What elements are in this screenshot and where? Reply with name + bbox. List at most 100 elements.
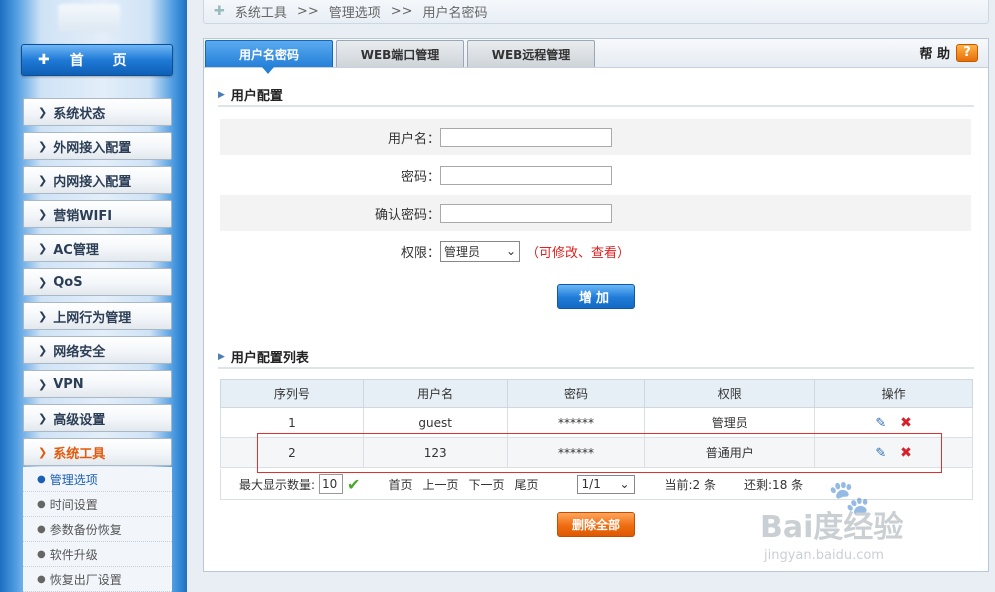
- cell-index: 1: [220, 407, 364, 438]
- sidebar-item-advanced-settings[interactable]: ❯ 高级设置: [23, 404, 172, 432]
- sidebar-item-system-tools[interactable]: ❯ 系统工具: [23, 438, 172, 466]
- chevron-right-icon: ❯: [38, 275, 48, 289]
- permission-select[interactable]: 管理员 ⌄: [440, 240, 520, 262]
- sidebar-item-label: 内网接入配置: [53, 174, 132, 190]
- subnav-item-software-upgrade[interactable]: ● 软件升级: [23, 542, 172, 567]
- sidebar-item-network-security[interactable]: ❯ 网络安全: [23, 336, 172, 364]
- watermark-brand: Bai度经验: [760, 510, 904, 545]
- page-select-value: 1/1: [581, 477, 601, 491]
- password-input[interactable]: [440, 165, 612, 185]
- table-row: 1 guest ****** 管理员 ✎ ✖: [220, 407, 973, 438]
- breadcrumb-item[interactable]: 系统工具: [235, 2, 287, 21]
- max-display-label: 最大显示数量:: [239, 477, 316, 492]
- chevron-down-icon: ⌄: [505, 244, 516, 258]
- edit-pencil-icon[interactable]: ✎: [875, 416, 886, 431]
- prev-page-link[interactable]: 上一页: [422, 476, 458, 493]
- plus-icon: ✚: [38, 52, 50, 68]
- sidebar-item-lan-config[interactable]: ❯ 内网接入配置: [23, 166, 172, 194]
- watermark: 🐾 Bai度经验 jingyan.baidu.com: [760, 478, 940, 578]
- permission-label: 权限: [400, 245, 427, 261]
- home-button[interactable]: ✚ 首 页: [21, 44, 173, 76]
- section-title-text: 用户配置列表: [230, 351, 309, 366]
- edit-pencil-icon[interactable]: ✎: [875, 446, 886, 461]
- column-header-index: 序列号: [220, 379, 364, 408]
- current-count: 当前:2 条: [664, 477, 717, 492]
- colon: ：: [427, 245, 441, 261]
- table-row: 2 123 ****** 普通用户 ✎ ✖: [220, 437, 973, 468]
- add-button[interactable]: 增加: [557, 284, 635, 309]
- subnav-label: 管理选项: [49, 472, 98, 487]
- sidebar-item-label: 上网行为管理: [53, 310, 132, 326]
- chevron-right-icon: ❯: [38, 207, 48, 221]
- password-label: 密码: [400, 169, 427, 185]
- permission-select-value: 管理员: [444, 244, 481, 259]
- sidebar-item-system-status[interactable]: ❯ 系统状态: [23, 98, 172, 126]
- confirm-check-icon[interactable]: ✔: [347, 475, 360, 494]
- subnav-item-factory-reset[interactable]: ● 恢复出厂设置: [23, 567, 172, 592]
- section-title-text: 用户配置: [230, 89, 283, 104]
- sidebar-item-ac-management[interactable]: ❯ AC管理: [23, 234, 172, 262]
- sidebar-item-marketing-wifi[interactable]: ❯ 营销WIFI: [23, 200, 172, 228]
- column-header-password: 密码: [506, 379, 646, 408]
- colon: ：: [427, 207, 441, 223]
- subnav-item-time-settings[interactable]: ● 时间设置: [23, 492, 172, 517]
- breadcrumb: ✚ 系统工具 >> 管理选项 >> 用户名密码: [203, 0, 989, 24]
- breadcrumb-separator: >>: [296, 3, 319, 19]
- breadcrumb-item: 用户名密码: [422, 5, 488, 21]
- sidebar-subnav: ● 管理选项 ● 时间设置 ● 参数备份恢复 ● 软件升级 ● 恢复出厂设置: [23, 467, 172, 592]
- tab-bar: 用户名密码 WEB端口管理 WEB远程管理 帮 助 ?: [204, 39, 988, 68]
- delete-x-icon[interactable]: ✖: [900, 415, 912, 431]
- logo: [58, 4, 120, 32]
- sidebar-item-label: 外网接入配置: [53, 140, 132, 156]
- tab-web-remote[interactable]: WEB远程管理: [467, 40, 595, 67]
- section-divider: [218, 105, 974, 107]
- tab-username-password[interactable]: 用户名密码: [205, 40, 333, 67]
- help-button[interactable]: 帮 助 ?: [919, 43, 978, 62]
- chevron-right-icon: ❯: [38, 377, 48, 391]
- page-select[interactable]: 1/1 ⌄: [576, 474, 635, 494]
- sidebar-item-vpn[interactable]: ❯ VPN: [23, 370, 172, 398]
- confirm-password-input[interactable]: [440, 203, 612, 223]
- bullet-icon: ●: [37, 523, 46, 535]
- sidebar-item-qos[interactable]: ❯ QoS: [23, 268, 172, 296]
- max-display-input[interactable]: 10: [319, 474, 344, 494]
- chevron-down-icon: ⌄: [619, 477, 630, 491]
- cell-actions: ✎ ✖: [814, 407, 973, 438]
- next-page-link[interactable]: 下一页: [468, 476, 504, 493]
- last-page-link[interactable]: 尾页: [515, 476, 539, 493]
- subnav-label: 时间设置: [49, 497, 98, 512]
- question-icon: ?: [956, 43, 978, 62]
- cell-actions: ✎ ✖: [814, 437, 973, 468]
- cell-password: ******: [506, 407, 646, 438]
- chevron-right-icon: ❯: [38, 445, 48, 459]
- delete-all-button[interactable]: 删除全部: [557, 512, 635, 537]
- sidebar-item-label: QoS: [53, 274, 83, 290]
- first-page-link[interactable]: 首页: [388, 476, 412, 493]
- cell-permission: 管理员: [644, 407, 816, 438]
- subnav-item-backup-restore[interactable]: ● 参数备份恢复: [23, 517, 172, 542]
- subnav-label: 恢复出厂设置: [49, 572, 122, 587]
- sidebar-item-label: 网络安全: [53, 344, 106, 360]
- cell-username: guest: [362, 407, 508, 438]
- sidebar-item-label: 系统工具: [53, 446, 106, 462]
- sidebar-item-label: 营销WIFI: [53, 208, 113, 224]
- permission-hint: （可修改、查看）: [526, 245, 631, 261]
- triangle-right-icon: ▶: [218, 351, 225, 362]
- column-header-actions: 操作: [814, 379, 973, 408]
- help-label: 帮 助: [919, 47, 950, 62]
- section-title-user-list: ▶ 用户配置列表: [218, 347, 309, 366]
- tab-web-port[interactable]: WEB端口管理: [336, 40, 464, 67]
- breadcrumb-item[interactable]: 管理选项: [329, 2, 381, 21]
- delete-x-icon[interactable]: ✖: [900, 445, 912, 461]
- column-header-username: 用户名: [362, 379, 508, 408]
- section-title-user-config: ▶ 用户配置: [218, 85, 283, 104]
- username-input[interactable]: [440, 127, 612, 147]
- cell-password: ******: [506, 437, 646, 468]
- sidebar-item-wan-config[interactable]: ❯ 外网接入配置: [23, 132, 172, 160]
- sidebar-item-behavior-management[interactable]: ❯ 上网行为管理: [23, 302, 172, 330]
- chevron-right-icon: ❯: [38, 139, 48, 153]
- cell-permission: 普通用户: [644, 437, 816, 468]
- chevron-right-icon: ❯: [38, 411, 48, 425]
- chevron-right-icon: ❯: [38, 173, 48, 187]
- subnav-item-management-options[interactable]: ● 管理选项: [23, 467, 172, 492]
